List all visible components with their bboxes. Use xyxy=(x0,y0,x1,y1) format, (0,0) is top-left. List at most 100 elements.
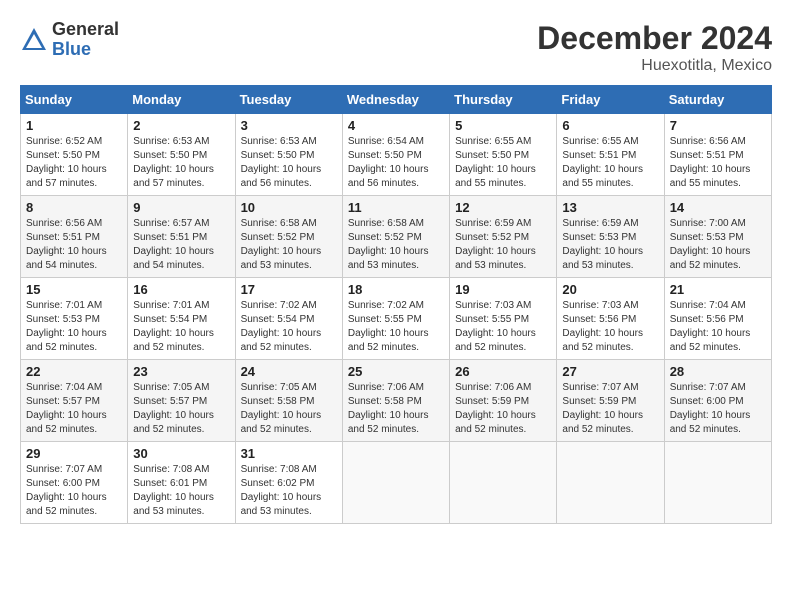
calendar-cell: 15 Sunrise: 7:01 AM Sunset: 5:53 PM Dayli… xyxy=(21,278,128,360)
day-info: Sunrise: 6:58 AM Sunset: 5:52 PM Dayligh… xyxy=(348,217,444,273)
day-number: 20 xyxy=(562,282,658,297)
calendar-cell: 26 Sunrise: 7:06 AM Sunset: 5:59 PM Dayli… xyxy=(450,360,557,442)
calendar-cell: 14 Sunrise: 7:00 AM Sunset: 5:53 PM Dayli… xyxy=(664,196,771,278)
day-number: 18 xyxy=(348,282,444,297)
calendar-header-monday: Monday xyxy=(128,86,235,114)
day-number: 6 xyxy=(562,118,658,133)
calendar-week-5: 29Sunrise: 7:07 AM Sunset: 6:00 PM Dayli… xyxy=(21,442,772,524)
calendar-cell: 2 Sunrise: 6:53 AM Sunset: 5:50 PM Daylig… xyxy=(128,114,235,196)
day-number: 21 xyxy=(670,282,766,297)
day-number: 15 xyxy=(26,282,122,297)
day-number: 27 xyxy=(562,364,658,379)
calendar-header-wednesday: Wednesday xyxy=(342,86,449,114)
calendar-week-2: 8 Sunrise: 6:56 AM Sunset: 5:51 PM Daylig… xyxy=(21,196,772,278)
day-info: Sunrise: 7:07 AM Sunset: 6:00 PM Dayligh… xyxy=(26,463,122,519)
day-info: Sunrise: 7:08 AM Sunset: 6:01 PM Dayligh… xyxy=(133,463,229,519)
day-number: 16 xyxy=(133,282,229,297)
calendar-header-saturday: Saturday xyxy=(664,86,771,114)
calendar-cell: 16 Sunrise: 7:01 AM Sunset: 5:54 PM Dayli… xyxy=(128,278,235,360)
day-info: Sunrise: 6:58 AM Sunset: 5:52 PM Dayligh… xyxy=(241,217,337,273)
day-info: Sunrise: 6:59 AM Sunset: 5:53 PM Dayligh… xyxy=(562,217,658,273)
calendar-cell: 1 Sunrise: 6:52 AM Sunset: 5:50 PM Daylig… xyxy=(21,114,128,196)
calendar-cell xyxy=(450,442,557,524)
logo-blue-label: Blue xyxy=(52,40,119,60)
calendar-cell xyxy=(342,442,449,524)
calendar-cell: 23Sunrise: 7:05 AM Sunset: 5:57 PM Dayli… xyxy=(128,360,235,442)
calendar-cell: 11Sunrise: 6:58 AM Sunset: 5:52 PM Dayli… xyxy=(342,196,449,278)
day-info: Sunrise: 6:56 AM Sunset: 5:51 PM Dayligh… xyxy=(670,135,766,191)
day-number: 23 xyxy=(133,364,229,379)
calendar-cell: 18 Sunrise: 7:02 AM Sunset: 5:55 PM Dayli… xyxy=(342,278,449,360)
calendar-cell: 25 Sunrise: 7:06 AM Sunset: 5:58 PM Dayli… xyxy=(342,360,449,442)
logo-text: General Blue xyxy=(52,20,119,60)
day-info: Sunrise: 6:53 AM Sunset: 5:50 PM Dayligh… xyxy=(241,135,337,191)
calendar-cell: 7 Sunrise: 6:56 AM Sunset: 5:51 PM Daylig… xyxy=(664,114,771,196)
day-info: Sunrise: 7:03 AM Sunset: 5:56 PM Dayligh… xyxy=(562,299,658,355)
calendar-body: 1 Sunrise: 6:52 AM Sunset: 5:50 PM Daylig… xyxy=(21,114,772,524)
calendar-week-3: 15 Sunrise: 7:01 AM Sunset: 5:53 PM Dayli… xyxy=(21,278,772,360)
calendar-cell: 8 Sunrise: 6:56 AM Sunset: 5:51 PM Daylig… xyxy=(21,196,128,278)
calendar-header-tuesday: Tuesday xyxy=(235,86,342,114)
calendar-cell: 13Sunrise: 6:59 AM Sunset: 5:53 PM Dayli… xyxy=(557,196,664,278)
calendar-cell: 3 Sunrise: 6:53 AM Sunset: 5:50 PM Daylig… xyxy=(235,114,342,196)
day-number: 26 xyxy=(455,364,551,379)
location-title: Huexotitla, Mexico xyxy=(537,57,772,75)
day-number: 2 xyxy=(133,118,229,133)
calendar-cell: 24 Sunrise: 7:05 AM Sunset: 5:58 PM Dayli… xyxy=(235,360,342,442)
day-number: 19 xyxy=(455,282,551,297)
title-block: December 2024 Huexotitla, Mexico xyxy=(537,20,772,75)
day-number: 28 xyxy=(670,364,766,379)
day-number: 25 xyxy=(348,364,444,379)
header-row: SundayMondayTuesdayWednesdayThursdayFrid… xyxy=(21,86,772,114)
day-info: Sunrise: 7:05 AM Sunset: 5:58 PM Dayligh… xyxy=(241,381,337,437)
calendar-header-friday: Friday xyxy=(557,86,664,114)
calendar-cell: 22 Sunrise: 7:04 AM Sunset: 5:57 PM Dayli… xyxy=(21,360,128,442)
calendar-cell: 30 Sunrise: 7:08 AM Sunset: 6:01 PM Dayli… xyxy=(128,442,235,524)
day-info: Sunrise: 7:01 AM Sunset: 5:54 PM Dayligh… xyxy=(133,299,229,355)
day-info: Sunrise: 7:07 AM Sunset: 6:00 PM Dayligh… xyxy=(670,381,766,437)
day-number: 17 xyxy=(241,282,337,297)
calendar-cell: 12Sunrise: 6:59 AM Sunset: 5:52 PM Dayli… xyxy=(450,196,557,278)
calendar-header: SundayMondayTuesdayWednesdayThursdayFrid… xyxy=(21,86,772,114)
day-number: 4 xyxy=(348,118,444,133)
calendar-cell: 9Sunrise: 6:57 AM Sunset: 5:51 PM Daylig… xyxy=(128,196,235,278)
calendar-cell: 5 Sunrise: 6:55 AM Sunset: 5:50 PM Daylig… xyxy=(450,114,557,196)
calendar-week-4: 22 Sunrise: 7:04 AM Sunset: 5:57 PM Dayli… xyxy=(21,360,772,442)
day-info: Sunrise: 7:06 AM Sunset: 5:59 PM Dayligh… xyxy=(455,381,551,437)
calendar-cell: 4Sunrise: 6:54 AM Sunset: 5:50 PM Daylig… xyxy=(342,114,449,196)
day-number: 30 xyxy=(133,446,229,461)
day-number: 1 xyxy=(26,118,122,133)
month-title: December 2024 xyxy=(537,20,772,57)
calendar-cell: 27Sunrise: 7:07 AM Sunset: 5:59 PM Dayli… xyxy=(557,360,664,442)
day-number: 7 xyxy=(670,118,766,133)
calendar-cell: 28 Sunrise: 7:07 AM Sunset: 6:00 PM Dayli… xyxy=(664,360,771,442)
day-info: Sunrise: 6:56 AM Sunset: 5:51 PM Dayligh… xyxy=(26,217,122,273)
day-number: 14 xyxy=(670,200,766,215)
calendar-cell: 31Sunrise: 7:08 AM Sunset: 6:02 PM Dayli… xyxy=(235,442,342,524)
day-info: Sunrise: 7:04 AM Sunset: 5:57 PM Dayligh… xyxy=(26,381,122,437)
calendar-cell xyxy=(664,442,771,524)
day-number: 3 xyxy=(241,118,337,133)
day-info: Sunrise: 7:02 AM Sunset: 5:55 PM Dayligh… xyxy=(348,299,444,355)
logo: General Blue xyxy=(20,20,119,60)
day-number: 22 xyxy=(26,364,122,379)
calendar-cell xyxy=(557,442,664,524)
day-number: 9 xyxy=(133,200,229,215)
day-info: Sunrise: 6:55 AM Sunset: 5:50 PM Dayligh… xyxy=(455,135,551,191)
calendar-cell: 19Sunrise: 7:03 AM Sunset: 5:55 PM Dayli… xyxy=(450,278,557,360)
calendar-week-1: 1 Sunrise: 6:52 AM Sunset: 5:50 PM Daylig… xyxy=(21,114,772,196)
day-number: 8 xyxy=(26,200,122,215)
calendar-table: SundayMondayTuesdayWednesdayThursdayFrid… xyxy=(20,85,772,524)
day-number: 31 xyxy=(241,446,337,461)
day-info: Sunrise: 7:02 AM Sunset: 5:54 PM Dayligh… xyxy=(241,299,337,355)
calendar-cell: 29Sunrise: 7:07 AM Sunset: 6:00 PM Dayli… xyxy=(21,442,128,524)
calendar-cell: 6Sunrise: 6:55 AM Sunset: 5:51 PM Daylig… xyxy=(557,114,664,196)
day-info: Sunrise: 7:01 AM Sunset: 5:53 PM Dayligh… xyxy=(26,299,122,355)
day-info: Sunrise: 7:00 AM Sunset: 5:53 PM Dayligh… xyxy=(670,217,766,273)
day-info: Sunrise: 7:06 AM Sunset: 5:58 PM Dayligh… xyxy=(348,381,444,437)
day-number: 24 xyxy=(241,364,337,379)
calendar-cell: 20 Sunrise: 7:03 AM Sunset: 5:56 PM Dayli… xyxy=(557,278,664,360)
day-number: 5 xyxy=(455,118,551,133)
day-info: Sunrise: 6:52 AM Sunset: 5:50 PM Dayligh… xyxy=(26,135,122,191)
day-info: Sunrise: 6:53 AM Sunset: 5:50 PM Dayligh… xyxy=(133,135,229,191)
